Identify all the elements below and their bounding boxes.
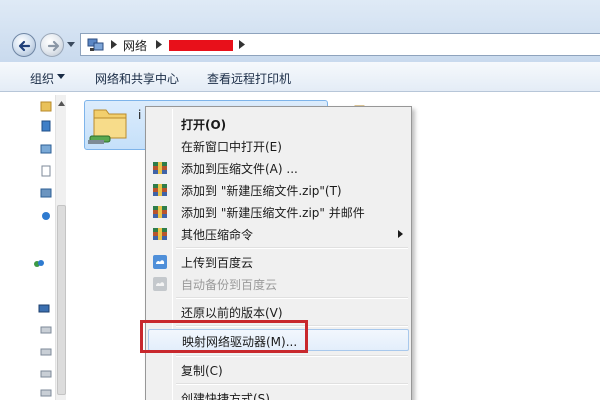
menu-item-add-to-zip-and-email[interactable]: 添加到 "新建压缩文件.zip" 并邮件: [148, 201, 409, 223]
archive-icon: [153, 206, 167, 218]
folder-icon[interactable]: [40, 100, 52, 112]
menu-item-upload-baidu-cloud[interactable]: 上传到百度云: [148, 251, 409, 273]
menu-separator: [176, 297, 408, 299]
menu-item-label: 上传到百度云: [181, 256, 254, 270]
breadcrumb-redacted[interactable]: [169, 40, 233, 51]
drive-icon[interactable]: [40, 345, 52, 357]
address-box[interactable]: 网络: [80, 33, 600, 56]
menu-item-add-to-zip[interactable]: 添加到 "新建压缩文件.zip"(T): [148, 179, 409, 201]
drive-icon[interactable]: [40, 323, 52, 335]
menu-item-label: 添加到 "新建压缩文件.zip"(T): [181, 184, 342, 198]
forward-button[interactable]: [40, 33, 64, 57]
organize-menu[interactable]: 组织: [30, 70, 54, 87]
network-sharing-center-button[interactable]: 网络和共享中心: [95, 70, 179, 87]
command-bar: 组织 网络和共享中心 查看远程打印机: [0, 62, 600, 92]
music-icon[interactable]: [40, 187, 52, 199]
drive-icon[interactable]: [40, 386, 52, 398]
network-folder-icon: [88, 109, 127, 144]
menu-item-label: 添加到压缩文件(A) ...: [181, 162, 298, 176]
menu-item-auto-backup-baidu-cloud: 自动备份到百度云: [148, 273, 409, 295]
menu-item-label: 打开(O): [181, 118, 227, 132]
menu-separator: [176, 383, 408, 385]
archive-icon: [153, 162, 167, 174]
chevron-right-icon[interactable]: [156, 40, 162, 49]
document-icon[interactable]: [40, 165, 52, 177]
menu-item-label: 还原以前的版本(V): [181, 306, 283, 320]
context-menu: 打开(O) 在新窗口中打开(E) 添加到压缩文件(A) ... 添加到 "新建压…: [145, 106, 412, 400]
menu-item-label: 在新窗口中打开(E): [181, 140, 282, 154]
menu-item-label: 复制(C): [181, 364, 223, 378]
baidu-cloud-icon: [153, 255, 167, 269]
menu-item-label: 其他压缩命令: [181, 228, 254, 242]
menu-item-label: 添加到 "新建压缩文件.zip" 并邮件: [181, 206, 365, 220]
archive-icon: [153, 228, 167, 240]
network-icon: [87, 38, 104, 51]
scrollbar-thumb[interactable]: [57, 205, 66, 395]
library-icon[interactable]: [40, 120, 52, 132]
chevron-right-icon[interactable]: [239, 40, 245, 49]
menu-separator: [176, 247, 408, 249]
scroll-up-icon[interactable]: [58, 101, 65, 106]
homegroup-icon[interactable]: [33, 258, 45, 270]
computer-icon[interactable]: [38, 303, 50, 315]
menu-item-create-shortcut[interactable]: 创建快捷方式(S): [148, 387, 409, 400]
homegroup-icon[interactable]: [40, 210, 52, 222]
menu-item-open-new-window[interactable]: 在新窗口中打开(E): [148, 135, 409, 157]
address-bar-area: 网络: [0, 0, 600, 62]
menu-item-label: 创建快捷方式(S): [181, 392, 270, 400]
back-button[interactable]: [12, 33, 36, 57]
breadcrumb-network[interactable]: 网络: [123, 37, 147, 54]
menu-item-add-to-archive[interactable]: 添加到压缩文件(A) ...: [148, 157, 409, 179]
menu-separator: [176, 355, 408, 357]
menu-item-label: 自动备份到百度云: [181, 278, 278, 292]
forward-arrow-icon: [47, 40, 60, 52]
recent-pages-dropdown[interactable]: [67, 42, 75, 48]
menu-item-open[interactable]: 打开(O): [148, 113, 409, 135]
menu-item-copy[interactable]: 复制(C): [148, 359, 409, 381]
menu-item-other-compression[interactable]: 其他压缩命令: [148, 223, 409, 245]
navigation-scrollbar[interactable]: [55, 95, 66, 400]
annotation-highlight-box: [140, 320, 308, 353]
baidu-cloud-icon: [153, 277, 167, 291]
archive-icon: [153, 184, 167, 196]
chevron-right-icon[interactable]: [111, 40, 117, 49]
drive-icon[interactable]: [40, 367, 52, 379]
submenu-arrow-icon: [398, 230, 403, 238]
chevron-down-icon[interactable]: [57, 74, 65, 79]
picture-icon[interactable]: [40, 143, 52, 155]
back-arrow-icon: [18, 40, 31, 52]
view-remote-printers-button[interactable]: 查看远程打印机: [207, 70, 291, 87]
